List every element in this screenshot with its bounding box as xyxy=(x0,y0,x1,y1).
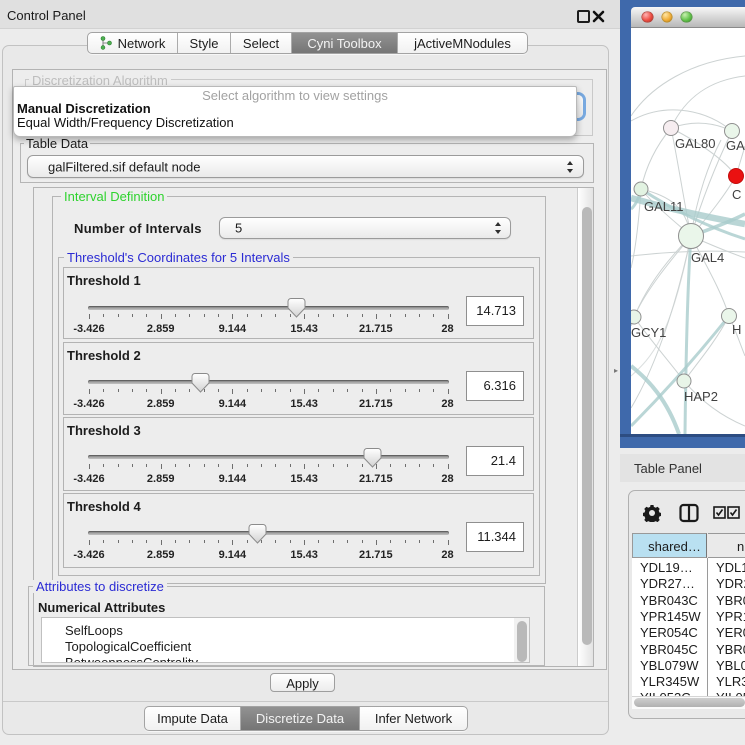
svg-text:C: C xyxy=(732,187,741,202)
svg-text:GAL11: GAL11 xyxy=(644,199,684,214)
svg-text:H: H xyxy=(732,322,741,337)
svg-text:HAP2: HAP2 xyxy=(684,389,718,404)
svg-text:GA: GA xyxy=(726,138,745,153)
svg-text:GAL80: GAL80 xyxy=(675,136,715,151)
svg-text:GAL4: GAL4 xyxy=(691,250,724,265)
svg-text:GCY1: GCY1 xyxy=(631,325,666,340)
